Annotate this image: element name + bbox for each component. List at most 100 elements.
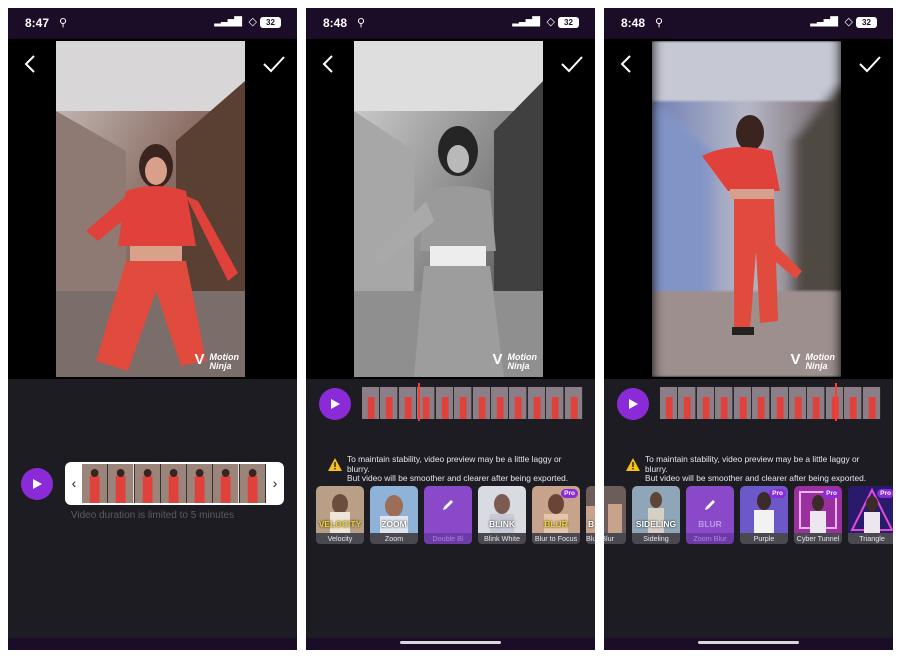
frame-thumbnail [660,387,679,419]
effect-overlay-text: BLINK [489,519,515,529]
effect-thumbnail-selected: BLUR [686,486,734,533]
search-icon: ⚲ [59,17,68,29]
frame-thumbnail [844,387,863,419]
frame-thumbnail [454,387,473,419]
effect-zoom-blur[interactable]: BLUR Zoom Blur [686,486,734,544]
watermark: V Motion Ninja [195,352,240,371]
video-preview-area: V Motion Ninja [306,39,595,379]
effect-blur[interactable]: B Blur [586,486,595,544]
effect-thumbnail: ZOOM [370,486,418,533]
effect-label: Purple [740,533,788,544]
effect-overlay-text: VELOCITY [318,519,362,529]
phone-screen-effects-zoom-blur: 8:48 ⚲ ▂▃▅▇ ◇ 32 V Motion Ninja To maint… [604,8,893,650]
frame-thumbnail [862,387,882,419]
effect-overlay-text: ZOOM [381,519,407,529]
chevron-left-icon[interactable] [318,53,340,75]
chevron-left-icon[interactable] [20,53,42,75]
status-time: 8:47 [25,16,50,30]
frame-thumbnail [435,387,455,419]
effect-blink-white[interactable]: BLINK Blink White [478,486,526,544]
frame-thumbnail [108,464,135,503]
frame-thumbnail [82,464,109,503]
checkmark-icon[interactable] [857,52,883,76]
frame-thumbnail [362,387,381,419]
effect-label: Triangle [848,533,893,544]
frame-thumbnail [380,387,399,419]
frame-thumbnail [417,387,436,419]
signal-icon: ▂▃▅▇ [214,16,242,27]
pro-badge: Pro [561,489,578,498]
play-icon [33,479,42,489]
warning-icon [626,458,640,471]
warning-icon [328,458,342,471]
notice-text: To maintain stability, video preview may… [645,454,876,484]
status-time: 8:48 [323,16,348,30]
pro-badge: Pro [877,489,893,498]
play-icon [331,399,340,409]
stability-notice: To maintain stability, video preview may… [626,454,876,483]
play-button[interactable] [21,468,53,500]
checkmark-icon[interactable] [261,52,287,76]
chevron-right-icon: › [272,475,278,491]
effect-overlay-text: BLUR [544,519,568,529]
effect-blur-to-focus[interactable]: BLUR Pro Blur to Focus [532,486,580,544]
frame-thumbnail [564,387,584,419]
effect-double-blur[interactable]: Double Bl [424,486,472,544]
frame-thumbnail [527,387,547,419]
effect-cyber-tunnel[interactable]: Pro Cyber Tunnel [794,486,842,544]
play-button[interactable] [617,388,649,420]
frame-thumbnail [213,464,240,503]
watermark-line2: Ninja [805,361,828,371]
video-frame: V Motion Ninja [354,41,543,377]
trim-slider[interactable]: ‹ › [65,462,284,505]
phone-screen-effects-grayscale: 8:48 ⚲ ▂▃▅▇ ◇ 32 V Motion Ninja To maint… [306,8,595,650]
timeline-strip[interactable] [362,387,584,419]
frame-thumbnail [733,387,753,419]
frame-thumbnail [696,387,716,419]
notice-line1: To maintain stability, video preview may… [347,454,562,474]
trim-handle-left[interactable]: ‹ [65,462,83,505]
playhead[interactable] [418,383,420,421]
search-icon: ⚲ [655,17,664,29]
frame-thumbnail [807,387,826,419]
trim-caption: Video duration is limited to 5 minutes [70,510,235,521]
status-bar: 8:48 ⚲ ▂▃▅▇ ◇ 32 [604,8,893,39]
dancer-image-grayscale [354,41,543,377]
status-time: 8:48 [621,16,646,30]
checkmark-icon[interactable] [559,52,585,76]
chevron-left-icon[interactable] [616,53,638,75]
chevron-left-icon: ‹ [71,475,77,491]
search-icon: ⚲ [357,17,366,29]
home-indicator [400,641,501,644]
effect-sideling[interactable]: SIDELING Sideling [632,486,680,544]
effect-label: Sideling [632,533,680,544]
video-preview-area: V Motion Ninja [8,39,297,379]
effect-label: Blink White [478,533,526,544]
frame-thumbnail [398,387,418,419]
video-preview-area: V Motion Ninja [604,39,893,379]
effect-purple[interactable]: Pro Purple [740,486,788,544]
effect-thumbnail: B [586,486,595,533]
effect-blur[interactable]: Blur [604,486,626,544]
effect-label: Zoom Blur [686,533,734,544]
watermark: V Motion Ninja [493,352,538,371]
frame-thumbnail [788,387,808,419]
battery-icon: 32 [856,17,877,28]
timeline-strip[interactable] [660,387,882,419]
play-button[interactable] [319,388,351,420]
trim-handle-right[interactable]: › [266,462,284,505]
playhead[interactable] [835,383,837,421]
effect-velocity[interactable]: VELOCITY Velocity [316,486,364,544]
pencil-icon [443,500,453,510]
frame-thumbnail [187,464,214,503]
effects-carousel[interactable]: Blur SIDELING Sideling BLUR Zoom Blur Pr… [604,486,893,548]
effects-carousel[interactable]: VELOCITY Velocity ZOOM Zoom Double Bl BL… [306,486,595,548]
dancer-image-blurred [652,41,841,377]
watermark-line2: Ninja [507,361,530,371]
watermark-logo-icon: V [790,351,801,368]
effect-zoom[interactable]: ZOOM Zoom [370,486,418,544]
effect-label: Velocity [316,533,364,544]
frame-thumbnail [752,387,771,419]
effect-triangle[interactable]: Pro Triangle [848,486,893,544]
frame-thumbnail [546,387,565,419]
